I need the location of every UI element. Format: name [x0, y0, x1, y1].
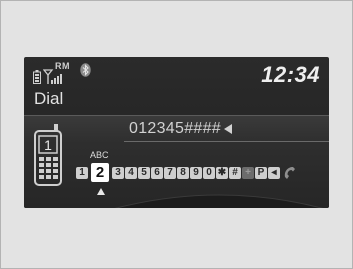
selection-pointer-icon [97, 188, 105, 195]
key-7[interactable]: 7 [164, 166, 176, 179]
key-1[interactable]: 1 [76, 166, 88, 179]
screen-title: Dial [34, 89, 64, 108]
key-star[interactable]: ✱ [216, 166, 228, 179]
dial-panel: 012345#### 1 ABC 1 2 3 4 5 6 7 8 9 0 ✱ #… [24, 115, 329, 208]
key-delete[interactable]: ◂ [268, 166, 280, 179]
battery-icon [33, 70, 41, 84]
keypad-row: 1 2 3 4 5 6 7 8 9 0 ✱ # + P ◂ [76, 163, 295, 182]
key-plus[interactable]: + [242, 166, 254, 179]
dial-screen: RM 12:34 Dial 012345#### 1 ABC 1 2 3 4 5… [24, 57, 329, 208]
key-9[interactable]: 9 [190, 166, 202, 179]
call-handset-icon[interactable] [283, 166, 295, 180]
key-2-selected[interactable]: 2 [91, 163, 109, 182]
key-8[interactable]: 8 [177, 166, 189, 179]
clock: 12:34 [261, 62, 320, 87]
key-5[interactable]: 5 [138, 166, 150, 179]
key-0[interactable]: 0 [203, 166, 215, 179]
key-pause[interactable]: P [255, 166, 267, 179]
key-3[interactable]: 3 [112, 166, 124, 179]
dialed-number-display: 012345#### [129, 120, 232, 138]
key-letters: ABC [90, 150, 109, 160]
key-6[interactable]: 6 [151, 166, 163, 179]
frame: RM 12:34 Dial 012345#### 1 ABC 1 2 3 4 5… [0, 0, 353, 269]
svg-text:1: 1 [44, 137, 52, 153]
dialed-number: 012345#### [129, 120, 221, 137]
bluetooth-icon [80, 63, 91, 77]
divider [124, 141, 329, 142]
cursor-arrow-icon [223, 124, 232, 134]
roaming-indicator: RM [55, 61, 70, 71]
phone-handset-icon: 1 [34, 124, 62, 186]
key-hash[interactable]: # [229, 166, 241, 179]
decorative-arc [114, 194, 324, 208]
key-4[interactable]: 4 [125, 166, 137, 179]
